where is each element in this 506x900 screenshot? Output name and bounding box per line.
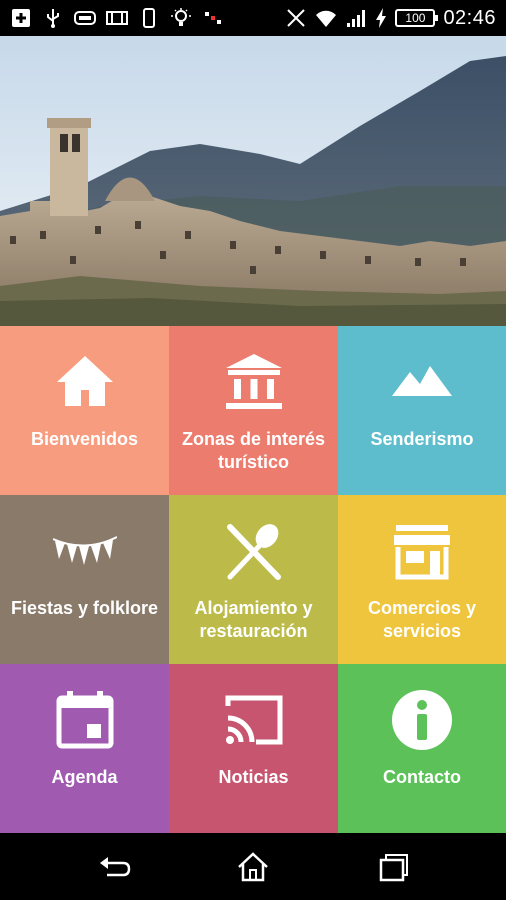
navigation-bar	[0, 833, 506, 900]
battery-indicator: 100	[395, 9, 439, 27]
fork-spoon-icon	[226, 524, 281, 580]
hilltop-village-photo	[0, 36, 506, 326]
back-icon[interactable]	[97, 851, 131, 883]
tile-fiestas[interactable]: Fiestas y folklore	[0, 495, 169, 664]
tile-bienvenidos[interactable]: Bienvenidos	[0, 326, 169, 495]
tile-comercios[interactable]: Comercios y servicios	[338, 495, 506, 664]
menu-grid: Bienvenidos Zonas de interés turístico S…	[0, 326, 506, 833]
museum-icon	[225, 354, 282, 409]
signal-disabled-icon	[205, 12, 221, 24]
recents-icon[interactable]	[377, 851, 411, 883]
signal-disabled-icon	[287, 9, 306, 27]
clock: 02:46	[443, 6, 496, 29]
signal-bars-icon	[347, 10, 366, 27]
tile-agenda[interactable]: Agenda	[0, 664, 169, 833]
tile-label: Fiestas y folklore	[10, 598, 159, 618]
tile-contacto[interactable]: Contacto	[338, 664, 506, 833]
calendar-icon	[56, 691, 113, 749]
usb-icon	[47, 9, 59, 28]
system-icons: 100 02:46	[285, 5, 496, 31]
store-icon	[394, 525, 450, 580]
tile-label: Noticias	[218, 767, 289, 787]
cast-icon	[225, 695, 282, 745]
tile-noticias[interactable]: Noticias	[169, 664, 338, 833]
tile-label: Contacto	[383, 767, 461, 787]
info-icon	[392, 690, 452, 750]
home-icon[interactable]	[236, 851, 270, 883]
status-bar: 100 02:46	[0, 0, 506, 36]
bunting-icon	[52, 536, 117, 565]
tile-senderismo[interactable]: Senderismo	[338, 326, 506, 495]
tile-label: Comercios y servicios	[367, 598, 477, 641]
film-icon	[106, 11, 128, 25]
hero-image	[0, 36, 506, 326]
tile-label: Bienvenidos	[30, 429, 139, 449]
phone-outline-icon	[143, 8, 155, 28]
tile-label: Alojamiento y restauración	[194, 598, 313, 641]
mountain-icon	[392, 366, 452, 396]
tile-label: Agenda	[51, 767, 118, 787]
tile-label: Senderismo	[370, 429, 474, 449]
tile-label: Zonas de interés turístico	[181, 429, 326, 472]
wifi-icon	[316, 10, 337, 27]
notification-icons	[10, 5, 224, 31]
tile-zonas-interes[interactable]: Zonas de interés turístico	[169, 326, 338, 495]
plus-box-icon	[12, 9, 30, 27]
lightbulb-icon	[171, 8, 191, 26]
charging-bolt-icon	[376, 8, 387, 28]
tile-alojamiento[interactable]: Alojamiento y restauración	[169, 495, 338, 664]
gamepad-icon	[74, 11, 96, 25]
home-icon	[56, 356, 113, 406]
